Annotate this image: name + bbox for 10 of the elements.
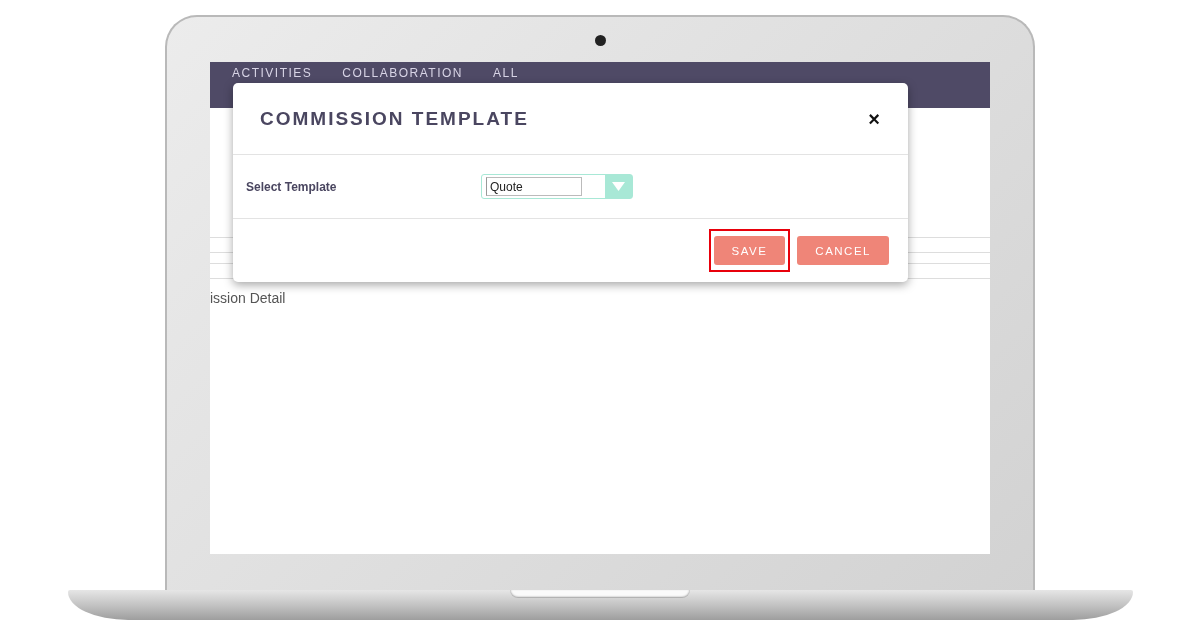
field-label: Select Template	[246, 179, 338, 194]
template-dropdown[interactable]: Quote	[481, 174, 633, 199]
page-heading: ission Detail	[210, 290, 287, 306]
nav-tab[interactable]: ALL	[493, 66, 519, 80]
camera-icon	[594, 35, 606, 46]
close-button[interactable]: ×	[866, 108, 882, 129]
nav-tab[interactable]: COLLABORATION	[342, 66, 463, 80]
dialog-title: COMMISSION TEMPLATE	[260, 107, 529, 130]
caret-icon	[612, 182, 625, 191]
nav-tab[interactable]: ACTIVITIES	[232, 66, 313, 80]
